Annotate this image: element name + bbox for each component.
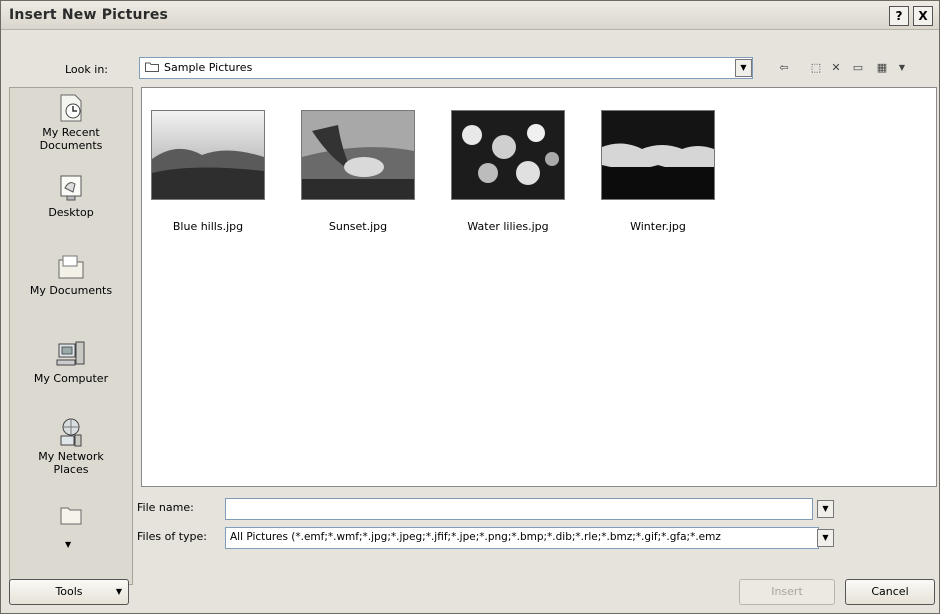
place-label: My Documents <box>29 284 113 297</box>
file-item-sunset[interactable]: Sunset.jpg <box>292 108 424 233</box>
file-name: Sunset.jpg <box>328 220 388 233</box>
places-bar: My Recent Documents Desktop My Documents <box>9 87 133 585</box>
file-name: Winter.jpg <box>630 220 686 233</box>
file-name: Blue hills.jpg <box>172 220 244 233</box>
views-icon[interactable]: ▦ <box>873 59 891 77</box>
close-button[interactable]: X <box>913 6 933 26</box>
place-my-documents[interactable]: My Documents <box>10 250 132 297</box>
insert-button[interactable]: Insert <box>739 579 835 605</box>
look-in-chevron-down-icon[interactable]: ▼ <box>735 59 752 77</box>
tools-chevron-down-icon: ▼ <box>115 587 122 596</box>
new-folder-icon[interactable]: ▭ <box>849 59 867 77</box>
folder-icon <box>145 62 159 72</box>
winter-thumbnail <box>601 110 715 200</box>
tools-button[interactable]: Tools ▼ <box>9 579 129 605</box>
look-in-value: Sample Pictures <box>164 61 253 74</box>
delete-icon[interactable]: ✕ <box>827 59 845 77</box>
place-my-computer[interactable]: My Computer <box>10 338 132 385</box>
place-label: My Network <box>38 450 104 463</box>
file-list-area[interactable]: Blue hills.jpg Sunset.jpg Water lilies.j… <box>141 87 937 487</box>
file-name-chevron-down-icon[interactable]: ▼ <box>817 500 834 518</box>
place-label: Documents <box>39 139 103 152</box>
file-name-field[interactable] <box>225 498 813 520</box>
recent-documents-icon <box>60 94 82 122</box>
look-in-dropdown[interactable]: Sample Pictures <box>139 57 753 79</box>
title-bar[interactable]: Insert New Pictures ? X <box>1 1 939 30</box>
place-label: Desktop <box>48 206 94 219</box>
help-button[interactable]: ? <box>889 6 909 26</box>
file-name-label: File name: <box>137 501 194 514</box>
file-type-dropdown[interactable]: All Pictures (*.emf;*.wmf;*.jpg;*.jpeg;*… <box>225 527 819 549</box>
scroll-down-arrow-icon[interactable]: ▼ <box>65 540 71 549</box>
file-item-water-lilies[interactable]: Water lilies.jpg <box>442 108 574 233</box>
cancel-label: Cancel <box>871 585 909 598</box>
place-label: Places <box>53 463 89 476</box>
tools-label: Tools <box>55 585 83 598</box>
insert-pictures-dialog: Insert New Pictures ? X Look in: Sample … <box>0 0 940 614</box>
blue-hills-thumbnail <box>151 110 265 200</box>
my-documents-icon <box>58 255 84 279</box>
file-item-blue-hills[interactable]: Blue hills.jpg <box>142 108 274 233</box>
place-desktop[interactable]: Desktop <box>10 172 132 219</box>
up-folder-icon[interactable]: ⬚ <box>807 59 825 77</box>
back-icon[interactable]: ⇦ <box>775 59 793 77</box>
place-my-network-places[interactable]: My Network Places <box>10 416 132 476</box>
water-lilies-thumbnail <box>451 110 565 200</box>
place-my-recent-documents[interactable]: My Recent Documents <box>10 92 132 152</box>
sunset-thumbnail <box>301 110 415 200</box>
folder-icon <box>60 507 82 525</box>
place-label: My Recent <box>42 126 100 139</box>
file-name: Water lilies.jpg <box>467 220 549 233</box>
file-item-winter[interactable]: Winter.jpg <box>592 108 724 233</box>
file-type-label: Files of type: <box>137 530 208 543</box>
file-type-value: All Pictures (*.emf;*.wmf;*.jpg;*.jpeg;*… <box>230 531 721 543</box>
look-in-label: Look in: <box>65 63 108 76</box>
views-chevron-down-icon[interactable]: ▼ <box>893 59 911 77</box>
cancel-button[interactable]: Cancel <box>845 579 935 605</box>
my-computer-icon <box>56 341 85 366</box>
network-places-icon <box>60 418 82 447</box>
file-type-chevron-down-icon[interactable]: ▼ <box>817 529 834 547</box>
insert-label: Insert <box>771 585 803 598</box>
dialog-title: Insert New Pictures <box>9 7 169 23</box>
desktop-icon <box>60 175 82 201</box>
file-name-input[interactable] <box>226 499 812 519</box>
place-more[interactable] <box>10 498 132 532</box>
place-label: My Computer <box>33 372 109 385</box>
